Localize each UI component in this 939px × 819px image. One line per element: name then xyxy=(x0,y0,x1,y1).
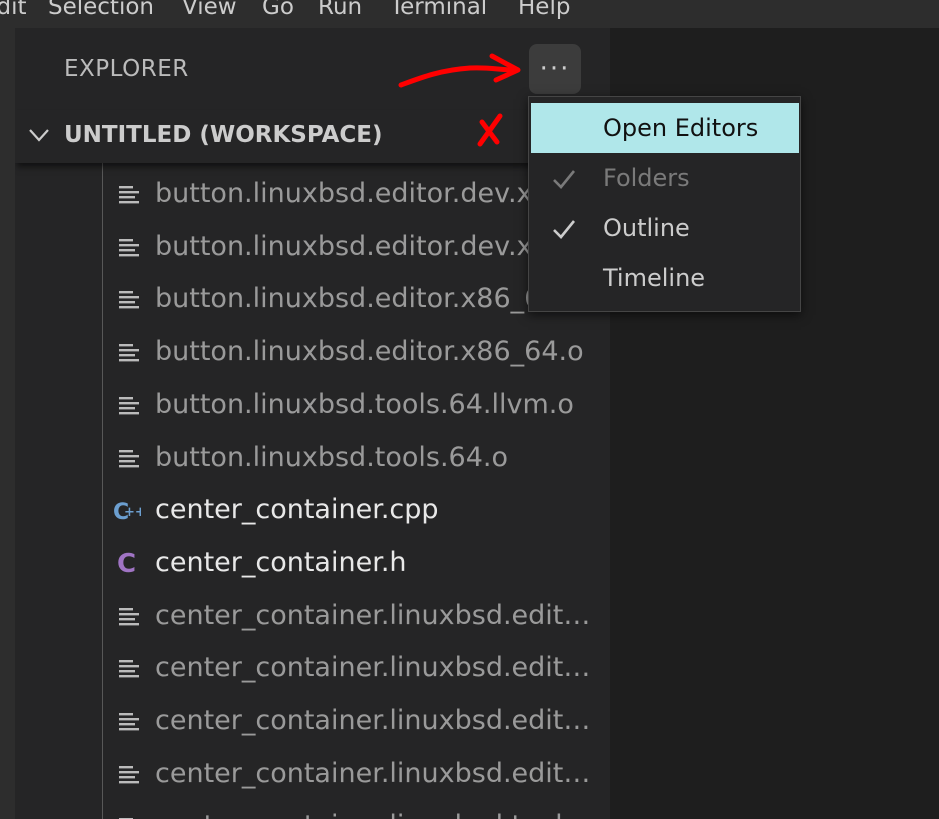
lines-icon xyxy=(117,814,141,819)
file-row[interactable]: button.linuxbsd.editor.dev.x86_64.llvm.o xyxy=(15,168,610,221)
file-name: center_container.cpp xyxy=(155,494,439,526)
workspace-section-header[interactable]: UNTITLED (WORKSPACE) xyxy=(15,110,610,163)
checkmark-icon xyxy=(551,166,577,192)
file-name: button.linuxbsd.editor.x86_64.o xyxy=(155,336,584,368)
menu-selection[interactable]: Selection xyxy=(48,0,154,22)
activity-bar xyxy=(0,28,15,819)
file-row[interactable]: center_container.linuxbsd.editor.x86_64.… xyxy=(15,748,610,801)
file-row[interactable]: Ccenter_container.h xyxy=(15,537,610,590)
file-row[interactable]: button.linuxbsd.editor.x86_64.llvm.o xyxy=(15,273,610,326)
lines-icon xyxy=(117,287,141,311)
menu-terminal[interactable]: Terminal xyxy=(390,0,487,22)
file-row[interactable]: center_container.linuxbsd.editor.x86_64.… xyxy=(15,695,610,748)
menu-item-timeline[interactable]: Timeline xyxy=(531,253,799,303)
menu-bar: Edit Selection View Go Run Terminal Help xyxy=(0,0,939,28)
menu-item-open-editors[interactable]: Open Editors xyxy=(531,103,799,153)
file-name: center_container.linuxbsd.editor.x86_64.… xyxy=(155,705,605,736)
lines-icon xyxy=(117,340,141,364)
menu-view[interactable]: View xyxy=(182,0,237,22)
file-name: center_container.linuxbsd.tools.64.llvm.… xyxy=(155,808,605,819)
file-row[interactable]: button.linuxbsd.editor.dev.x86_64.o xyxy=(15,221,610,274)
menu-item-label: Open Editors xyxy=(603,114,759,142)
menu-item-label: Timeline xyxy=(603,264,706,292)
file-name: center_container.linuxbsd.editor.dev.x86… xyxy=(155,599,605,631)
explorer-sidebar: EXPLORER ··· button.linuxbsd.editor.dev.… xyxy=(15,28,610,819)
file-row[interactable]: center_container.linuxbsd.editor.dev.x86… xyxy=(15,590,610,643)
views-dropdown-menu: Open Editors Folders Outline Timeline xyxy=(528,96,801,312)
checkmark-icon xyxy=(551,216,577,242)
file-row[interactable]: center_container.linuxbsd.editor.dev.x86… xyxy=(15,642,610,695)
workspace-label: UNTITLED (WORKSPACE) xyxy=(64,122,383,148)
svg-text:++: ++ xyxy=(124,505,141,520)
c-header-icon: C xyxy=(117,549,141,579)
menu-item-folders[interactable]: Folders xyxy=(531,153,799,203)
svg-text:C: C xyxy=(117,549,136,577)
file-row[interactable]: button.linuxbsd.tools.64.llvm.o xyxy=(15,379,610,432)
menu-run[interactable]: Run xyxy=(318,0,362,22)
menu-item-label: Outline xyxy=(603,214,690,242)
lines-icon xyxy=(117,182,141,206)
lines-icon xyxy=(117,709,141,733)
file-row[interactable]: button.linuxbsd.tools.64.o xyxy=(15,432,610,485)
lines-icon xyxy=(117,235,141,259)
file-name: button.linuxbsd.tools.64.o xyxy=(155,441,509,473)
lines-icon xyxy=(117,604,141,628)
chevron-down-icon xyxy=(29,129,49,142)
lines-icon xyxy=(117,446,141,470)
lines-icon xyxy=(117,762,141,786)
lines-icon xyxy=(117,656,141,680)
file-row[interactable]: button.linuxbsd.editor.x86_64.o xyxy=(15,326,610,379)
menu-help[interactable]: Help xyxy=(518,0,570,22)
file-row[interactable]: center_container.linuxbsd.tools.64.llvm.… xyxy=(15,800,610,819)
cpp-icon: C ++ xyxy=(113,498,146,525)
file-name: center_container.h xyxy=(155,546,407,578)
file-name: center_container.linuxbsd.editor.dev.x86… xyxy=(155,652,605,684)
menu-go[interactable]: Go xyxy=(262,0,294,22)
menu-item-label: Folders xyxy=(603,164,690,192)
file-name: button.linuxbsd.tools.64.llvm.o xyxy=(155,388,574,420)
menu-item-outline[interactable]: Outline xyxy=(531,203,799,253)
lines-icon xyxy=(117,393,141,417)
file-name: center_container.linuxbsd.editor.x86_64.… xyxy=(155,757,605,789)
menu-edit[interactable]: Edit xyxy=(0,0,27,22)
file-row[interactable]: C ++ center_container.cpp xyxy=(15,484,610,537)
